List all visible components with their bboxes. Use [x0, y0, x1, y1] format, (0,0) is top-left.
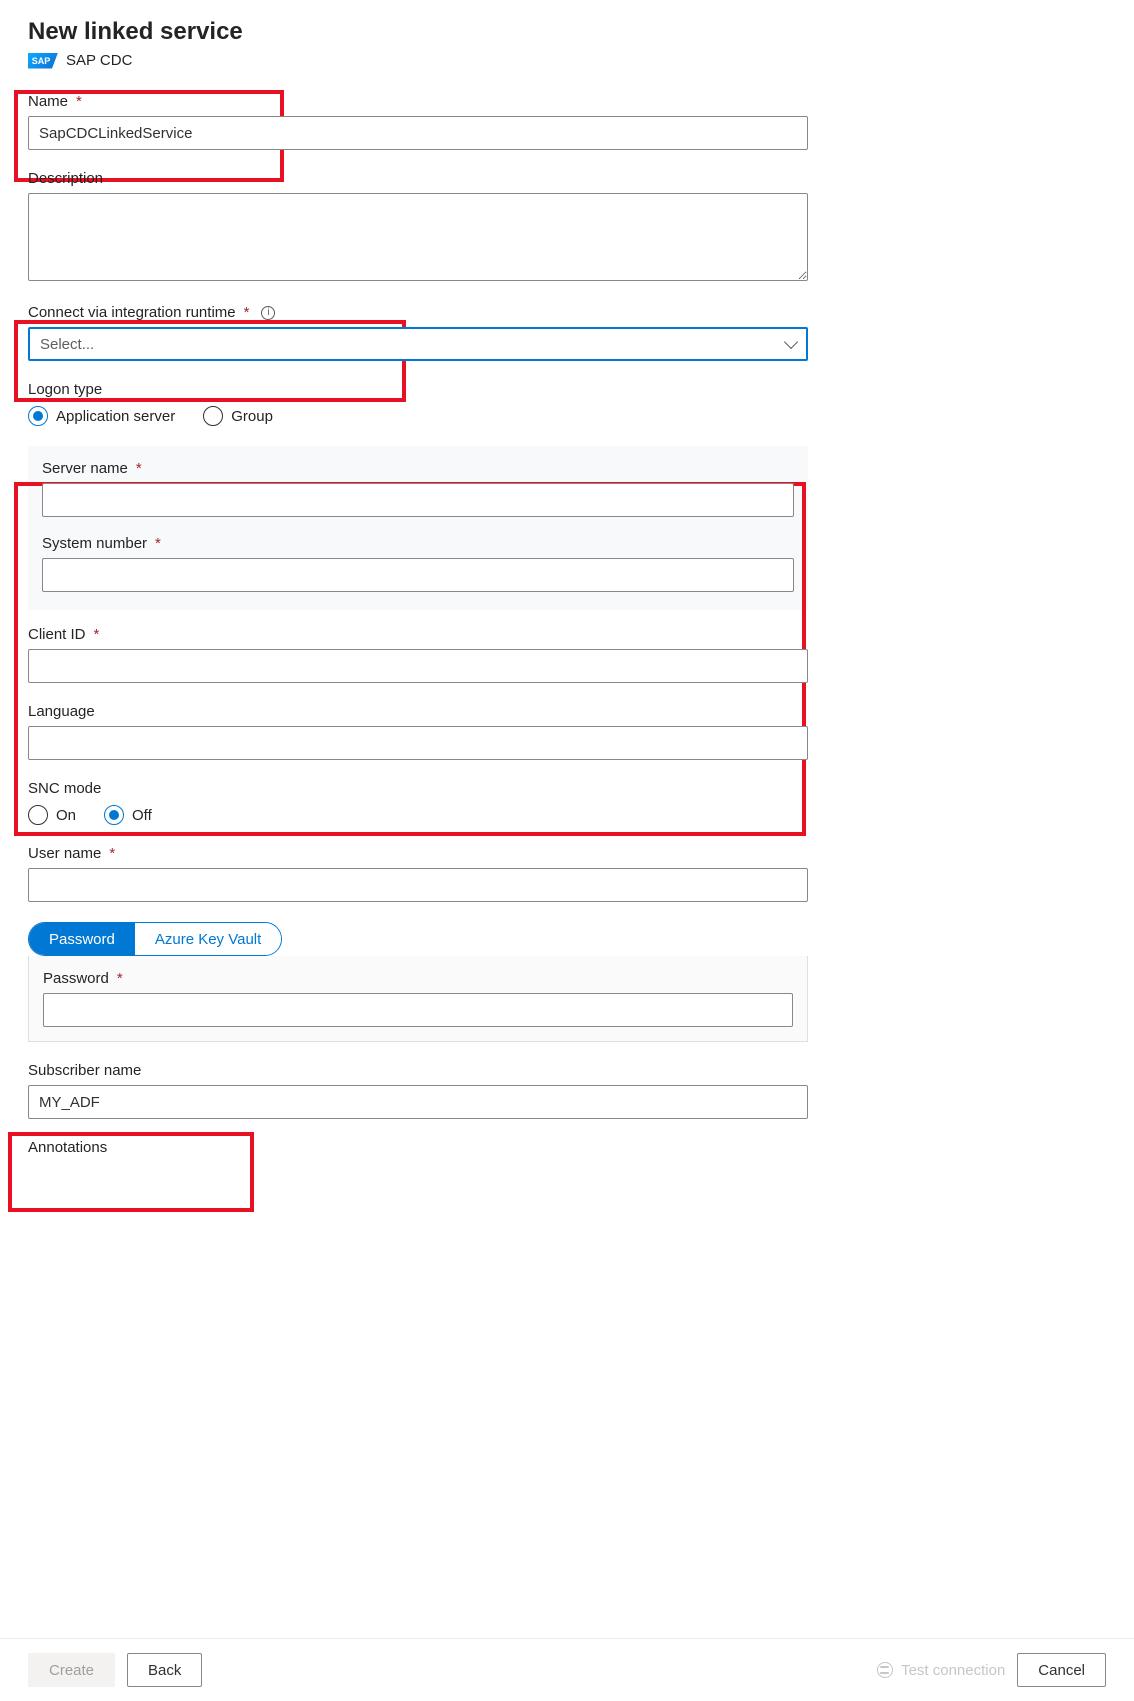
tab-azure-key-vault[interactable]: Azure Key Vault — [135, 923, 281, 955]
logon-type-radio-application-server[interactable]: Application server — [28, 406, 175, 426]
create-button[interactable]: Create — [28, 1653, 115, 1687]
snc-mode-radio-off[interactable]: Off — [104, 805, 152, 825]
plug-icon — [877, 1662, 893, 1678]
required-asterisk: * — [94, 626, 100, 643]
credential-type-tabs: Password Azure Key Vault — [28, 922, 282, 956]
runtime-label: Connect via integration runtime* i — [28, 304, 808, 321]
password-input[interactable] — [43, 993, 793, 1027]
server-name-input[interactable] — [42, 483, 794, 517]
sap-logo-icon: SAP — [28, 53, 58, 69]
description-label: Description — [28, 170, 808, 187]
description-textarea[interactable] — [28, 193, 808, 281]
logon-type-radio-group[interactable]: Group — [203, 406, 273, 426]
user-name-input[interactable] — [28, 868, 808, 902]
client-id-input[interactable] — [28, 649, 808, 683]
test-connection-button[interactable]: Test connection — [877, 1662, 1005, 1679]
radio-on-icon — [104, 805, 124, 825]
required-asterisk: * — [155, 535, 161, 552]
server-name-label: Server name* — [42, 460, 794, 477]
subscriber-name-label: Subscriber name — [28, 1062, 808, 1079]
runtime-select[interactable]: Select... — [28, 327, 808, 361]
required-asterisk: * — [136, 460, 142, 477]
server-config-panel: Server name* System number* — [28, 446, 808, 610]
radio-off-icon — [28, 805, 48, 825]
snc-mode-label: SNC mode — [28, 780, 808, 797]
system-number-input[interactable] — [42, 558, 794, 592]
connector-subtitle: SAP SAP CDC — [28, 52, 808, 69]
radio-off-icon — [203, 406, 223, 426]
required-asterisk: * — [76, 93, 82, 110]
logon-type-label: Logon type — [28, 381, 808, 398]
name-label: Name* — [28, 93, 808, 110]
required-asterisk: * — [244, 304, 250, 321]
chevron-down-icon — [784, 335, 798, 349]
system-number-label: System number* — [42, 535, 794, 552]
language-label: Language — [28, 703, 808, 720]
back-button[interactable]: Back — [127, 1653, 202, 1687]
footer-bar: Create Back Test connection Cancel — [0, 1638, 1134, 1701]
tab-password[interactable]: Password — [29, 923, 135, 955]
user-name-label: User name* — [28, 845, 808, 862]
snc-mode-radio-on[interactable]: On — [28, 805, 76, 825]
name-input[interactable] — [28, 116, 808, 150]
panel-title: New linked service — [28, 18, 808, 46]
password-panel: Password* — [28, 956, 808, 1042]
subscriber-name-input[interactable] — [28, 1085, 808, 1119]
runtime-select-placeholder: Select... — [40, 336, 94, 353]
info-icon[interactable]: i — [261, 306, 275, 320]
cancel-button[interactable]: Cancel — [1017, 1653, 1106, 1687]
language-input[interactable] — [28, 726, 808, 760]
connector-name: SAP CDC — [66, 52, 132, 69]
annotations-label: Annotations — [28, 1139, 808, 1156]
form-scroll-container[interactable]: New linked service SAP SAP CDC Name* Des… — [0, 0, 1134, 1638]
client-id-label: Client ID* — [28, 626, 808, 643]
radio-on-icon — [28, 406, 48, 426]
password-label: Password* — [43, 970, 793, 987]
required-asterisk: * — [109, 845, 115, 862]
required-asterisk: * — [117, 970, 123, 987]
